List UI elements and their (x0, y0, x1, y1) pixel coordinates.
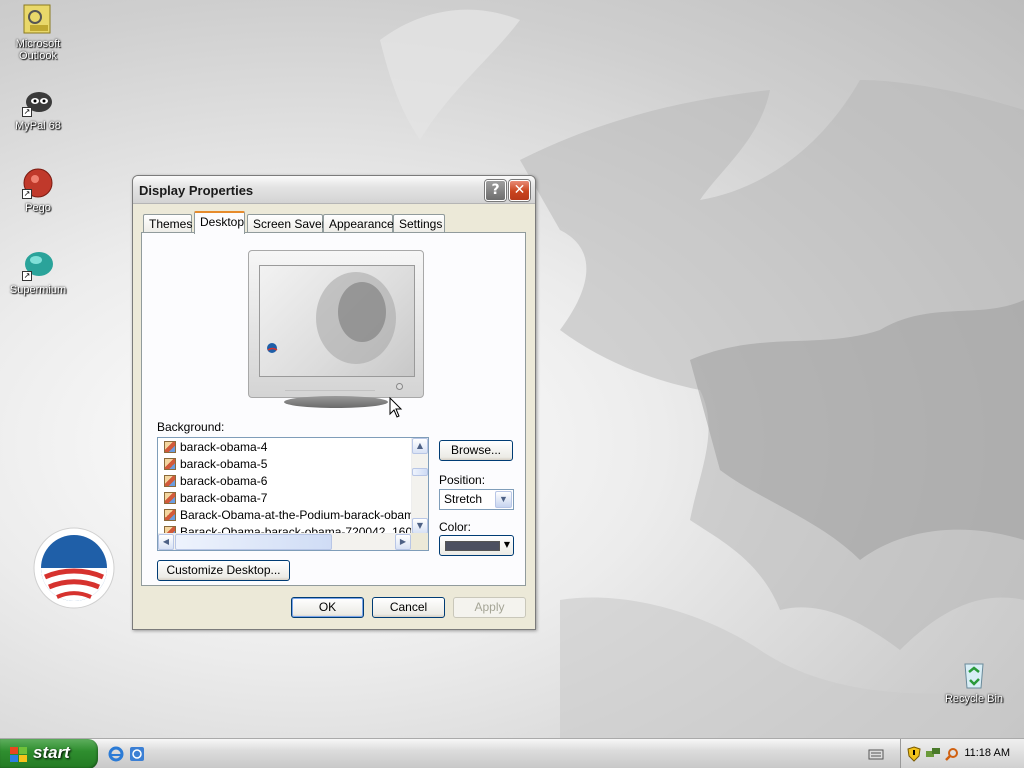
desktop-icon-label: Microsoft Outlook (15, 38, 61, 62)
shortcut-arrow-icon: ↗ (22, 189, 32, 199)
shortcut-arrow-icon: ↗ (22, 107, 32, 117)
system-tray: 11:18 AM (900, 739, 1024, 768)
image-file-icon (164, 492, 176, 504)
wallpaper-preview (259, 265, 415, 377)
outlook-icon (22, 3, 54, 35)
clock[interactable]: 11:18 AM (964, 747, 1010, 759)
chevron-down-icon: ▼ (503, 540, 510, 549)
background-listbox[interactable]: barack-obama-4 barack-obama-5 barack-oba… (157, 437, 429, 551)
tab-desktop[interactable]: Desktop (194, 211, 245, 234)
internet-explorer-icon[interactable] (108, 746, 124, 762)
scroll-left-icon[interactable]: ◀ (158, 534, 174, 550)
monitor-stand (284, 396, 388, 408)
recycle-bin-icon (958, 658, 990, 690)
scrollbar-corner (411, 533, 428, 550)
desktop-icon-supermium[interactable]: ↗ Supermium (0, 249, 76, 296)
security-shield-icon[interactable] (906, 746, 922, 762)
desktop-icon-label: Pego (25, 202, 51, 214)
image-file-icon (164, 475, 176, 487)
customize-desktop-button[interactable]: Customize Desktop... (157, 560, 290, 581)
desktop-icon-pego[interactable]: ↗ Pego (0, 167, 76, 214)
start-button[interactable]: start (0, 739, 98, 768)
tab-settings[interactable]: Settings (393, 214, 445, 233)
position-label: Position: (439, 473, 486, 487)
window-title: Display Properties (139, 183, 254, 198)
windows-logo-icon (10, 747, 27, 762)
vertical-scrollbar[interactable]: ▲ ▼ (411, 438, 428, 534)
browse-button[interactable]: Browse... (439, 440, 513, 461)
monitor-preview (248, 250, 424, 408)
monitor-bezel (248, 250, 424, 398)
help-button[interactable]: ? (485, 180, 506, 201)
power-led-icon (396, 383, 403, 390)
start-label: start (33, 743, 70, 762)
chevron-down-icon[interactable]: ▼ (495, 491, 512, 508)
close-button[interactable]: ✕ (509, 180, 530, 201)
list-item-label: barack-obama-6 (180, 474, 268, 488)
color-label: Color: (439, 520, 472, 534)
network-icon[interactable] (925, 746, 941, 762)
list-item-label: barack-obama-7 (180, 491, 268, 505)
desktop-icon-label: MyPal 68 (15, 120, 61, 132)
list-item[interactable]: barack-obama-4 (164, 439, 267, 456)
display-properties-window: Display Properties ? ✕ Themes Desktop Sc… (132, 175, 536, 630)
mypal-icon: ↗ (22, 85, 54, 117)
horizontal-scroll-thumb[interactable] (175, 534, 332, 550)
desktop-icon-mypal[interactable]: ↗ MyPal 68 (0, 85, 76, 132)
desktop-icon-label: Supermium (9, 284, 67, 296)
scroll-up-icon[interactable]: ▲ (412, 438, 428, 454)
apply-button[interactable]: Apply (453, 597, 526, 618)
vertical-scroll-thumb[interactable] (412, 468, 428, 476)
tab-themes[interactable]: Themes (143, 214, 192, 233)
position-value: Stretch (444, 492, 483, 506)
campaign-logo-icon (33, 527, 115, 609)
desktop-icon-recycle-bin[interactable]: Recycle Bin (936, 658, 1012, 705)
color-picker-button[interactable]: ▼ (439, 535, 514, 556)
list-item-label: barack-obama-4 (180, 440, 268, 454)
shortcut-arrow-icon: ↗ (22, 271, 32, 281)
list-item[interactable]: Barack-Obama-at-the-Podium-barack-obama-… (164, 507, 429, 524)
image-file-icon (164, 509, 176, 521)
ok-button[interactable]: OK (291, 597, 364, 618)
desktop-tab-panel: Background: barack-obama-4 barack-obama-… (141, 232, 526, 586)
list-item[interactable]: barack-obama-6 (164, 473, 267, 490)
title-bar[interactable]: Display Properties ? ✕ (133, 176, 535, 204)
tab-appearance[interactable]: Appearance (323, 214, 394, 233)
color-swatch (445, 541, 500, 551)
desktop-icon-outlook[interactable]: Microsoft Outlook (0, 3, 76, 62)
outlook-express-icon[interactable] (129, 746, 145, 762)
taskbar: start 11:18 AM (0, 738, 1024, 768)
desktop-icon-label: Recycle Bin (944, 693, 1004, 705)
mouse-cursor-icon (389, 397, 403, 418)
list-item[interactable]: barack-obama-5 (164, 456, 267, 473)
scroll-down-icon[interactable]: ▼ (412, 518, 428, 534)
list-item[interactable]: barack-obama-7 (164, 490, 267, 507)
image-file-icon (164, 458, 176, 470)
scroll-right-icon[interactable]: ▶ (395, 534, 411, 550)
keyboard-icon[interactable] (868, 746, 884, 762)
search-icon[interactable] (944, 746, 960, 762)
supermium-icon: ↗ (22, 249, 54, 281)
position-dropdown[interactable]: Stretch ▼ (439, 489, 514, 510)
image-file-icon (164, 441, 176, 453)
pego-icon: ↗ (22, 167, 54, 199)
list-item-label: Barack-Obama-at-the-Podium-barack-obama-… (180, 508, 429, 522)
cancel-button[interactable]: Cancel (372, 597, 445, 618)
wallpaper-preview-image (267, 272, 396, 364)
background-label: Background: (157, 420, 225, 434)
monitor-slot (285, 383, 375, 391)
list-item-label: barack-obama-5 (180, 457, 268, 471)
horizontal-scrollbar[interactable]: ◀ ▶ (158, 533, 411, 550)
tab-screen-saver[interactable]: Screen Saver (247, 214, 326, 233)
